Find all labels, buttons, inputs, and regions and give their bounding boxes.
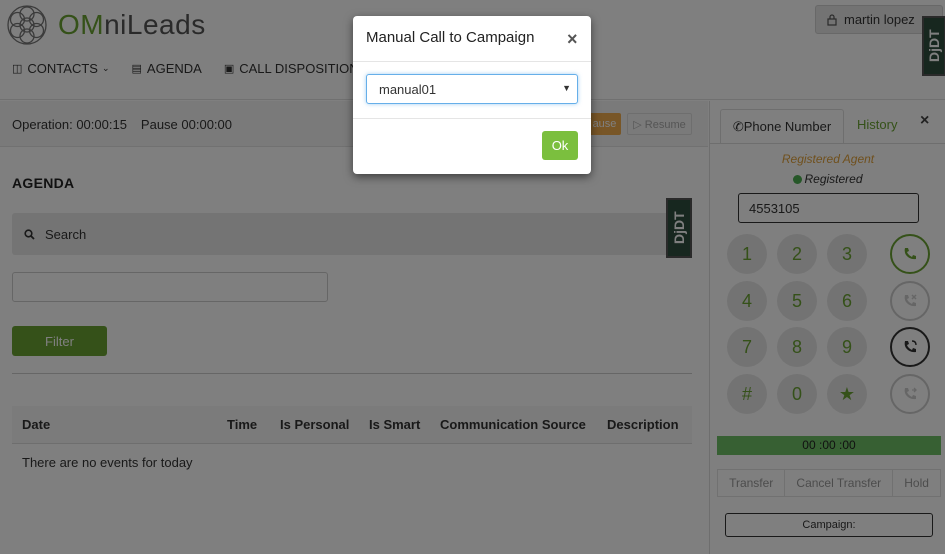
dropdown-arrow-icon: ▼ bbox=[562, 83, 571, 93]
campaign-select[interactable]: manual01 ▼ bbox=[366, 74, 578, 104]
modal-footer-divider bbox=[353, 118, 591, 119]
campaign-select-value: manual01 bbox=[379, 82, 437, 97]
manual-call-modal: Manual Call to Campaign × manual01 ▼ Ok bbox=[353, 16, 591, 174]
modal-header-divider bbox=[353, 61, 591, 62]
modal-title: Manual Call to Campaign bbox=[366, 29, 535, 46]
modal-close-icon[interactable]: × bbox=[567, 29, 578, 50]
ok-button[interactable]: Ok bbox=[542, 131, 578, 160]
